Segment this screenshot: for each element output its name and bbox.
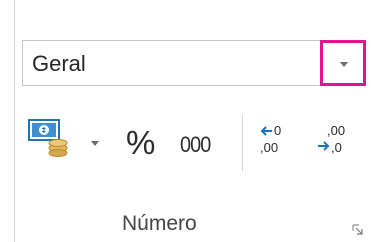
decrease-decimal-bottom: ,0 <box>331 140 342 155</box>
number-format-dropdown-button[interactable] <box>320 40 366 86</box>
group-label: Número <box>122 212 197 235</box>
increase-decimal-bottom: ,00 <box>260 140 278 155</box>
decrease-decimal-icon: ,00 ,0 <box>318 123 345 155</box>
number-format-combobox[interactable]: Geral <box>22 40 366 86</box>
decrease-decimal-top: ,00 <box>327 123 345 138</box>
accounting-format-icon <box>28 119 68 157</box>
decrease-decimal-button[interactable]: ,00 ,0 <box>317 120 357 160</box>
comma-style-button[interactable]: 000 <box>180 133 211 157</box>
increase-decimal-icon: 0 ,00 <box>260 123 281 155</box>
button-separator <box>242 115 243 171</box>
dialog-launcher-button[interactable] <box>352 223 364 235</box>
increase-decimal-button[interactable]: 0 ,00 <box>258 120 298 160</box>
dialog-launcher-icon <box>352 224 363 235</box>
group-divider <box>14 0 15 242</box>
number-format-value: Geral <box>32 51 86 76</box>
dropdown-arrow-icon <box>340 62 348 67</box>
accounting-format-button[interactable] <box>28 118 78 162</box>
accounting-dropdown-icon[interactable] <box>91 141 99 146</box>
increase-decimal-top: 0 <box>274 123 281 138</box>
number-group: Geral % 000 0 ,00 ,00 ,0 Número <box>0 0 371 242</box>
percent-style-button[interactable]: % <box>126 125 155 161</box>
